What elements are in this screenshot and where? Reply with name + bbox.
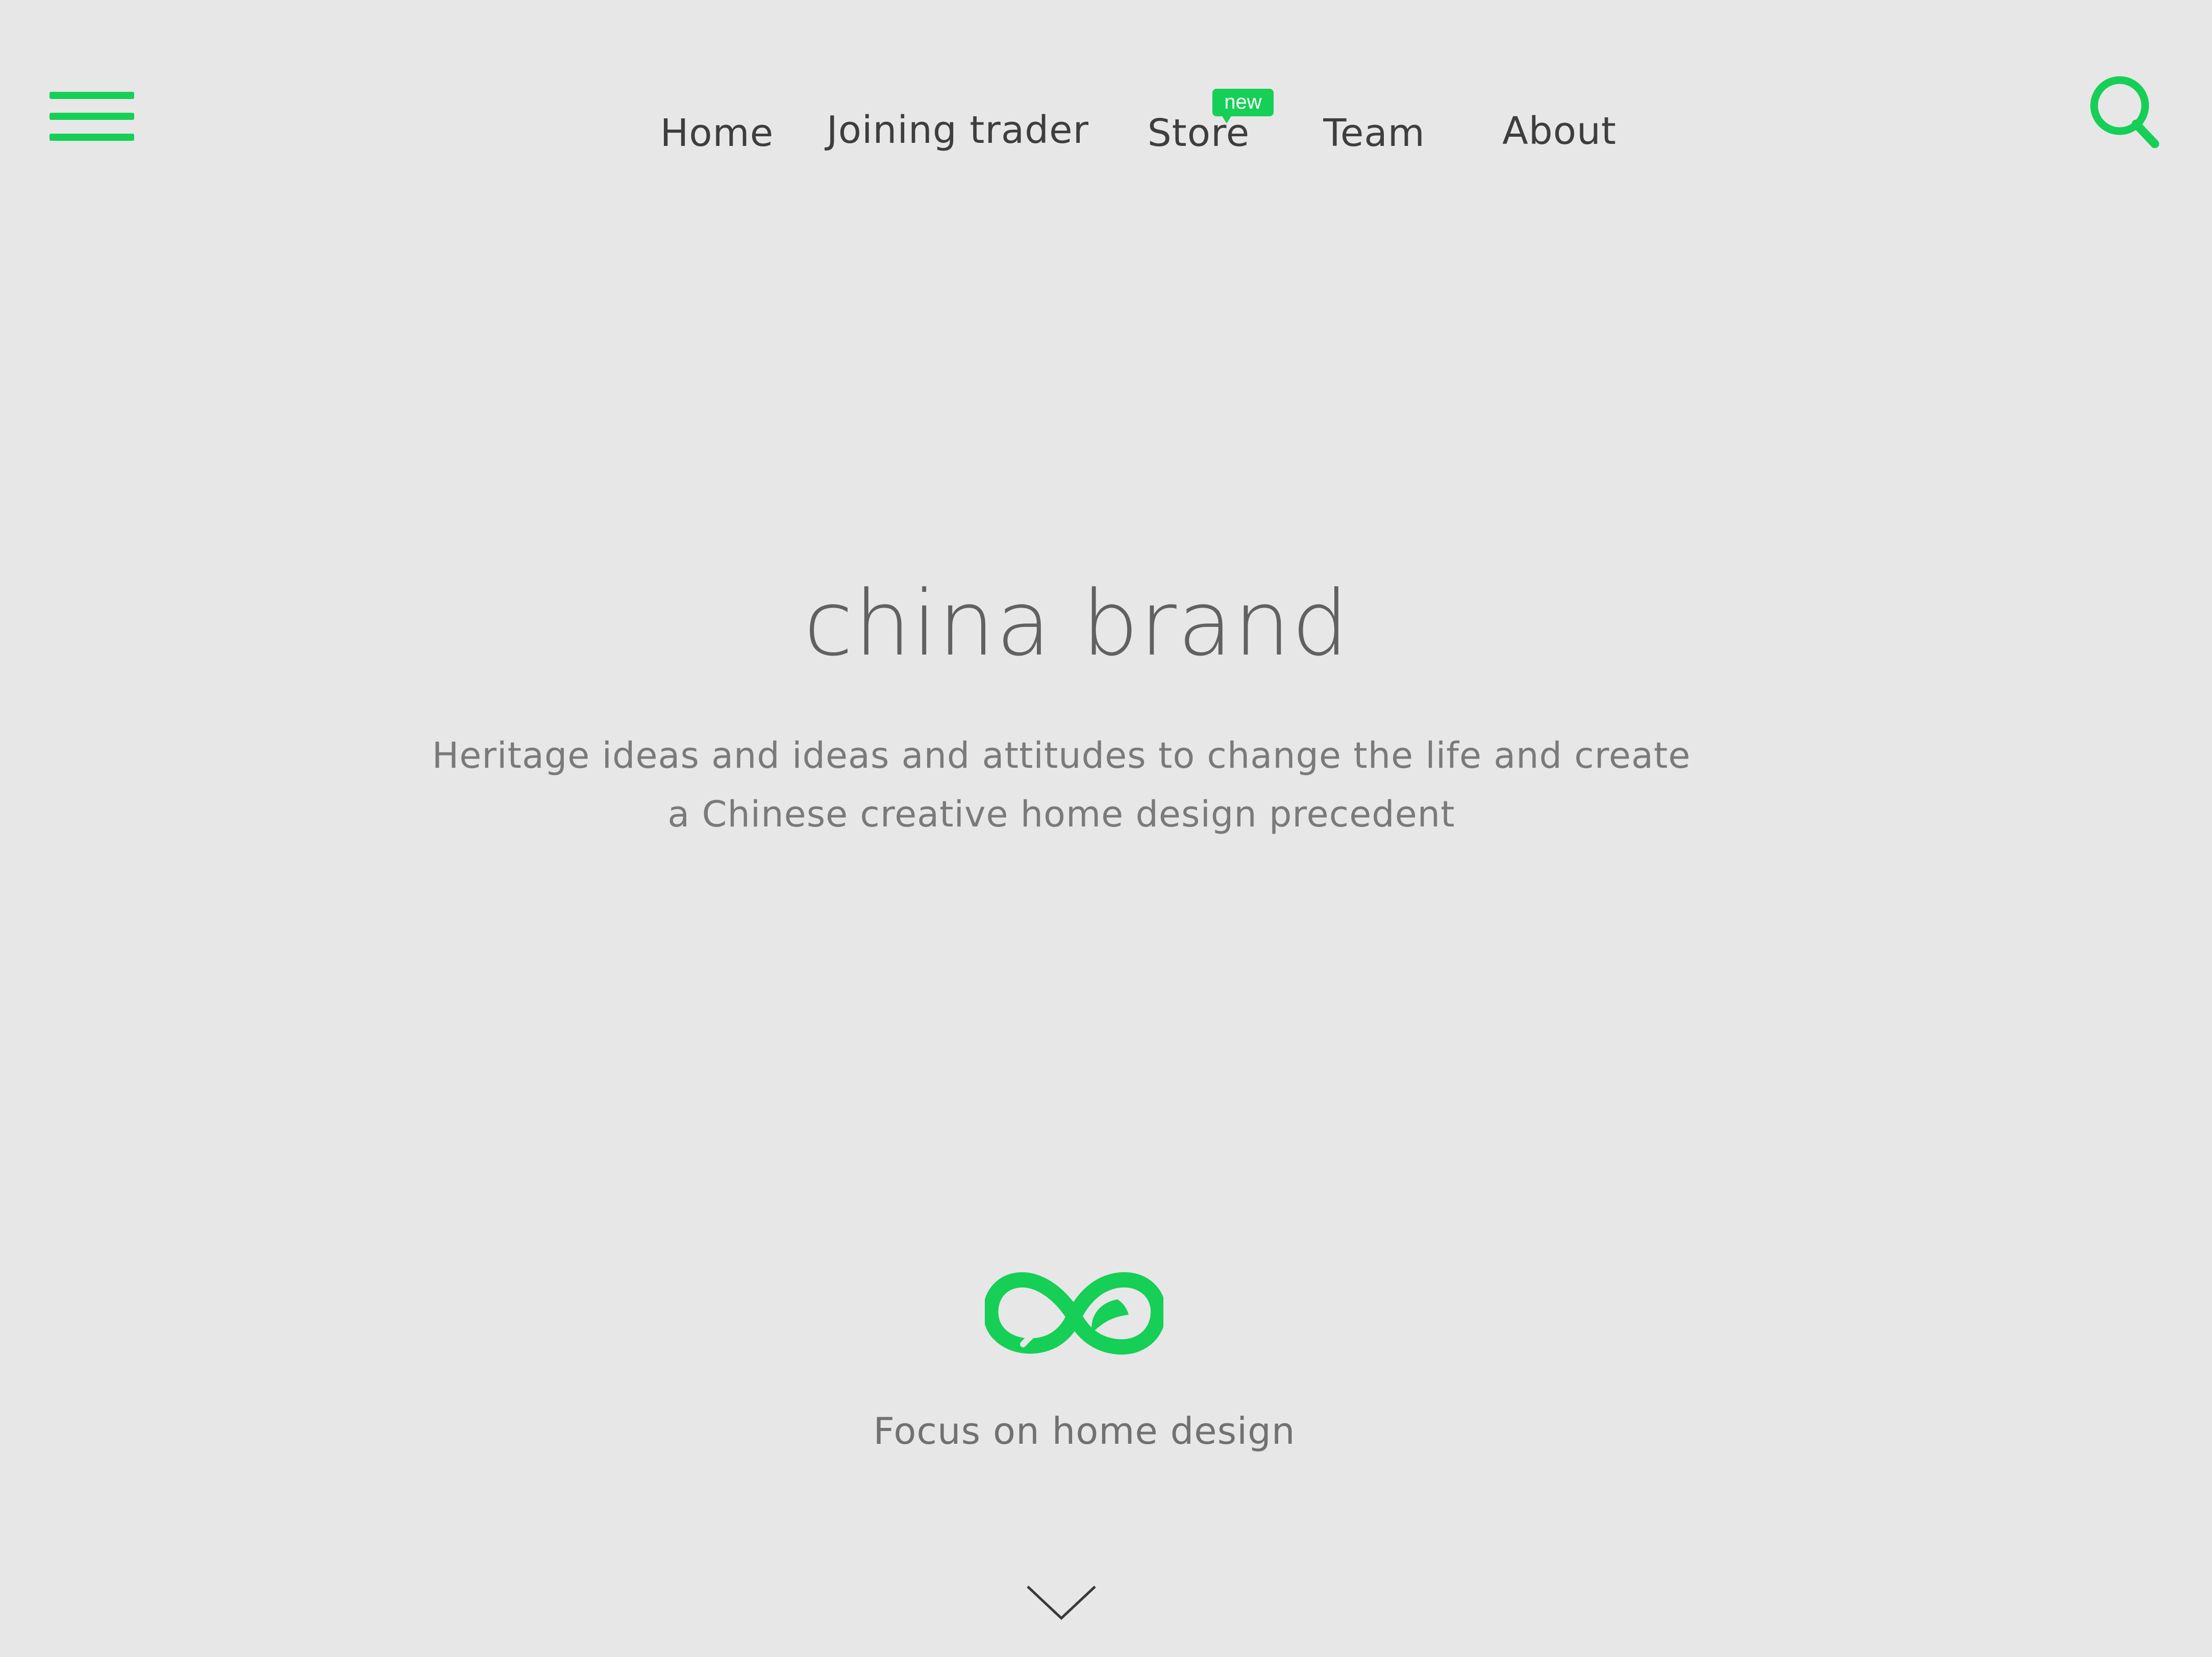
infinity-leaf-logo-icon — [983, 1272, 1166, 1355]
nav-item-about[interactable]: About — [1502, 109, 1617, 153]
hero-subtitle-line2: a Chinese creative home design precedent — [667, 793, 1455, 835]
search-icon — [2090, 76, 2159, 148]
nav-item-team[interactable]: Team — [1323, 111, 1425, 155]
hamburger-menu-icon — [49, 92, 134, 99]
hero-subtitle-line1: Heritage ideas and ideas and attitudes t… — [432, 735, 1691, 776]
search-button[interactable] — [2087, 74, 2164, 150]
hero-title: china brand — [804, 571, 1350, 676]
nav-item-store[interactable]: Store — [1148, 111, 1250, 155]
chevron-down-icon — [1027, 1586, 1096, 1620]
scroll-down-button[interactable] — [1026, 1581, 1097, 1622]
nav-item-joining-trader[interactable]: Joining trader — [827, 108, 1089, 152]
nav-item-home[interactable]: Home — [660, 111, 774, 155]
new-badge: new — [1212, 89, 1274, 123]
brand-tagline: Focus on home design — [873, 1410, 1296, 1452]
brand-logo — [983, 1268, 1166, 1360]
main-nav: Home Joining trader Store Team About — [0, 102, 2212, 168]
